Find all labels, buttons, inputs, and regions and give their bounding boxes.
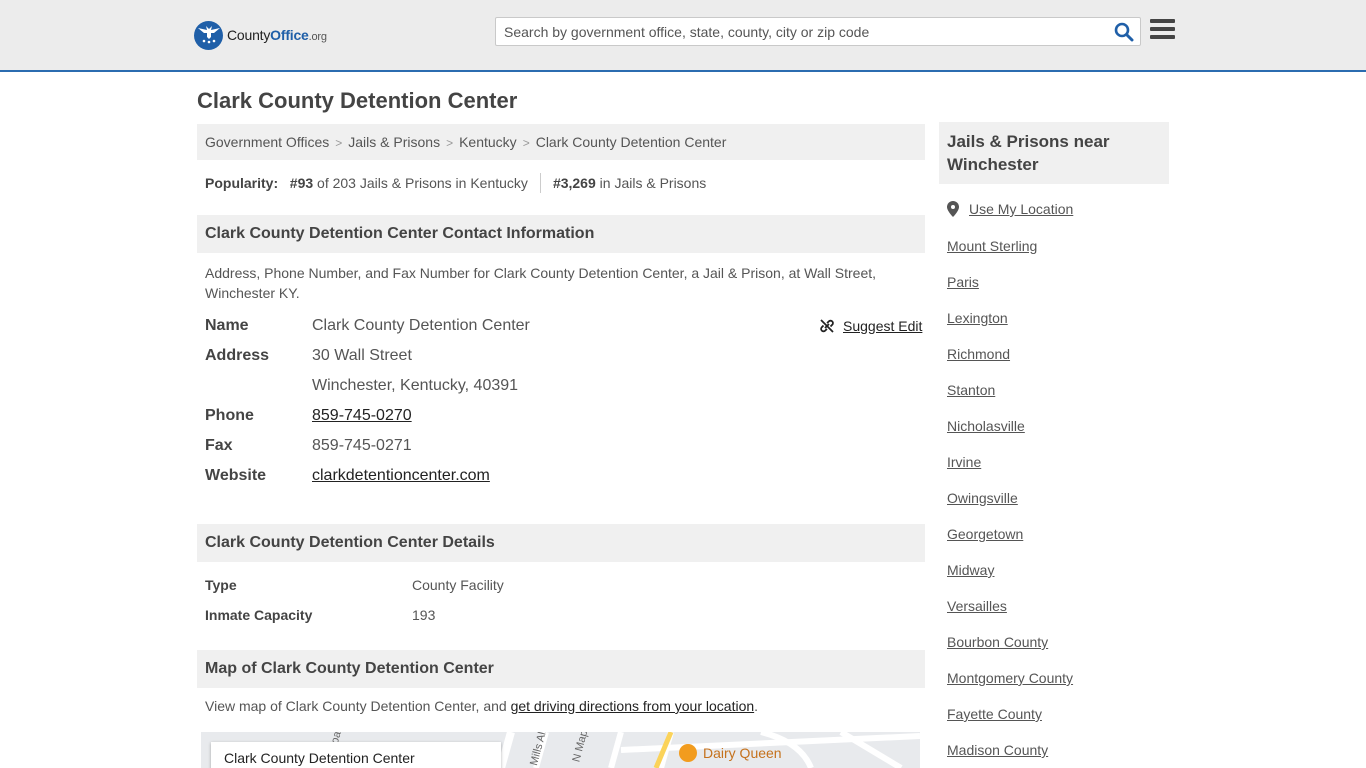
state-rank-text: of 203 Jails & Prisons in Kentucky (317, 175, 528, 191)
map-heading: Map of Clark County Detention Center (197, 650, 925, 688)
map-info-card: Clark County Detention Center (211, 742, 501, 768)
nearby-link-montgomery-county[interactable]: Montgomery County (947, 670, 1073, 686)
nearby-link-owingsville[interactable]: Owingsville (947, 490, 1018, 506)
site-logo[interactable]: CountyOffice.org (194, 20, 327, 50)
use-my-location-link[interactable]: Use My Location (947, 201, 1073, 217)
breadcrumb-jails-prisons[interactable]: Jails & Prisons (348, 134, 440, 150)
suggest-edit-label: Suggest Edit (843, 318, 923, 334)
website-label: Website (205, 467, 267, 484)
website-link[interactable]: clarkdetentioncenter.com (312, 467, 490, 484)
suggest-edit-button[interactable]: Suggest Edit (819, 318, 922, 334)
page-title: Clark County Detention Center (197, 88, 518, 113)
breadcrumb-current: Clark County Detention Center (535, 134, 727, 150)
contact-description: Address, Phone Number, and Fax Number fo… (205, 265, 877, 301)
nearby-link-madison-county[interactable]: Madison County (947, 742, 1048, 758)
nearby-link-irvine[interactable]: Irvine (947, 454, 981, 470)
nearby-link-bourbon-county[interactable]: Bourbon County (947, 634, 1048, 650)
nearby-link-georgetown[interactable]: Georgetown (947, 526, 1023, 542)
eagle-seal-icon (194, 20, 223, 50)
breadcrumb-separator-icon: > (522, 136, 530, 150)
map-embed[interactable]: Broad Mills Alley N Maple Dairy Queen Cl… (201, 732, 920, 768)
nearby-link-fayette-county[interactable]: Fayette County (947, 706, 1042, 722)
phone-label: Phone (205, 407, 254, 424)
nearby-link-versailles[interactable]: Versailles (947, 598, 1007, 614)
search-icon[interactable] (1114, 22, 1134, 42)
nearby-link-paris[interactable]: Paris (947, 274, 979, 290)
details-heading: Clark County Detention Center Details (197, 524, 925, 562)
map-description: View map of Clark County Detention Cente… (205, 698, 759, 714)
map-card-title: Clark County Detention Center (224, 750, 415, 766)
location-pin-icon (947, 201, 959, 217)
phone-link[interactable]: 859-745-0270 (312, 407, 412, 424)
national-rank: #3,269 (552, 175, 596, 191)
national-rank-text: in Jails & Prisons (599, 175, 707, 191)
fax-label: Fax (205, 437, 233, 454)
type-value: County Facility (412, 577, 504, 593)
capacity-value: 193 (412, 607, 436, 623)
name-value: Clark County Detention Center (312, 317, 530, 334)
search-box (495, 17, 1141, 46)
sidebar-heading: Jails & Prisons near Winchester (939, 122, 1169, 184)
fax-value: 859-745-0271 (312, 437, 412, 454)
breadcrumb: Government Offices > Jails & Prisons > Kentu… (197, 124, 925, 160)
capacity-label: Inmate Capacity (205, 607, 313, 623)
nearby-link-nicholasville[interactable]: Nicholasville (947, 418, 1025, 434)
driving-directions-link[interactable]: get driving directions from your locatio… (511, 698, 755, 714)
nearby-link-mount-sterling[interactable]: Mount Sterling (947, 238, 1037, 254)
breadcrumb-separator-icon: > (335, 136, 343, 150)
nearby-link-midway[interactable]: Midway (947, 562, 994, 578)
nearby-link-lexington[interactable]: Lexington (947, 310, 1008, 326)
map-poi-dairy-queen[interactable]: Dairy Queen (679, 744, 782, 762)
divider (539, 173, 541, 193)
breadcrumb-kentucky[interactable]: Kentucky (459, 134, 517, 150)
nearby-link-richmond[interactable]: Richmond (947, 346, 1010, 362)
restaurant-pin-icon (679, 744, 697, 762)
logo-text: CountyOffice.org (227, 27, 327, 43)
site-header: CountyOffice.org (0, 0, 1366, 72)
address-line-1: 30 Wall Street (312, 347, 412, 364)
search-input[interactable] (496, 18, 1106, 45)
contact-heading: Clark County Detention Center Contact In… (197, 215, 925, 253)
type-label: Type (205, 577, 237, 593)
nearby-link-stanton[interactable]: Stanton (947, 382, 995, 398)
address-line-2: Winchester, Kentucky, 40391 (312, 377, 519, 394)
edit-link-icon (820, 319, 834, 333)
popularity-label: Popularity: (205, 175, 279, 191)
popularity-bar: Popularity: #93 of 203 Jails & Prisons i… (205, 173, 706, 193)
address-label: Address (205, 347, 270, 364)
breadcrumb-separator-icon: > (446, 136, 454, 150)
name-label: Name (205, 317, 249, 334)
hamburger-menu-icon[interactable] (1150, 19, 1175, 42)
breadcrumb-government-offices[interactable]: Government Offices (205, 134, 329, 150)
state-rank: #93 (289, 175, 314, 191)
